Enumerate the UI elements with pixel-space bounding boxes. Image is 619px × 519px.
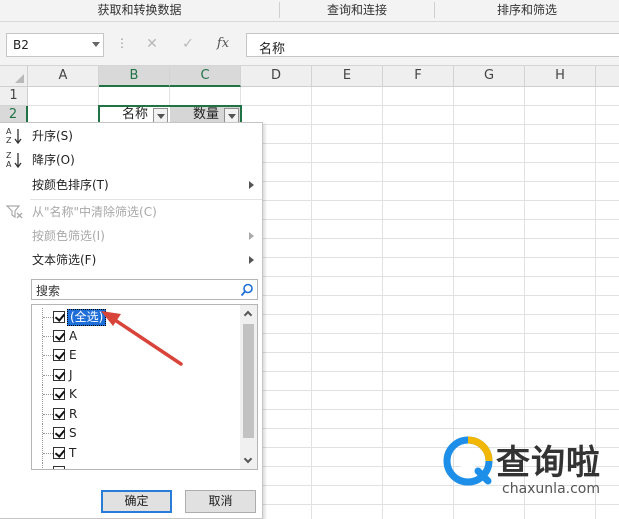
insert-function-icon[interactable]: fx xyxy=(212,34,234,54)
menu-item-text-filter[interactable]: 文本筛选(F) xyxy=(0,248,262,272)
list-item-label: A xyxy=(69,329,78,343)
watermark: 查询啦 chaxunla.com xyxy=(442,427,619,519)
svg-text:Z: Z xyxy=(6,136,12,145)
ribbon-group-get-transform: 获取和转换数据 xyxy=(97,3,182,17)
sort-za-icon: Z A xyxy=(5,150,25,170)
svg-text:Z: Z xyxy=(6,151,12,160)
menu-item-filter-by-color: 按颜色筛选(I) xyxy=(0,224,262,248)
checkbox[interactable] xyxy=(53,408,65,420)
list-item[interactable]: E xyxy=(32,346,237,365)
row-header-1[interactable]: 1 xyxy=(0,87,28,106)
vertical-dots-icon: ⋮ xyxy=(116,36,128,50)
tree-connector xyxy=(42,405,53,424)
list-item[interactable]: T xyxy=(32,444,237,463)
column-header-d[interactable]: D xyxy=(241,66,312,87)
menu-item-sort-ascending[interactable]: A Z 升序(S) xyxy=(0,124,262,148)
ribbon-group-sort-filter: 排序和筛选 xyxy=(496,3,557,17)
formula-value: 名称 xyxy=(259,42,286,57)
filter-search-input[interactable]: 搜索 xyxy=(31,279,258,300)
chevron-down-icon[interactable] xyxy=(92,42,100,47)
menu-label-sort-descending: 降序(O) xyxy=(32,153,75,167)
select-all-corner[interactable] xyxy=(0,66,28,87)
ok-button[interactable]: 确定 xyxy=(101,490,172,513)
menu-label-text-filter: 文本筛选(F) xyxy=(32,253,97,267)
menu-label-filter-by-color: 按颜色筛选(I) xyxy=(32,229,105,243)
tree-connector xyxy=(42,308,53,327)
checkbox-select-all[interactable] xyxy=(53,311,65,323)
tree-connector xyxy=(42,444,53,463)
autofilter-menu: A Z 升序(S) Z A 降序(O) 按颜色排序(T) 从"名称"中清除筛选(… xyxy=(0,122,263,519)
submenu-arrow-icon xyxy=(249,181,254,189)
tree-connector xyxy=(42,366,53,385)
column-header-a[interactable]: A xyxy=(28,66,99,87)
submenu-arrow-icon xyxy=(249,232,254,240)
submenu-arrow-icon xyxy=(249,256,254,264)
list-item-select-all[interactable]: (全选) xyxy=(32,308,237,327)
list-item[interactable]: K xyxy=(32,385,237,404)
column-header-g[interactable]: G xyxy=(454,66,525,87)
enter-icon[interactable]: ✓ xyxy=(177,34,199,54)
tree-connector xyxy=(42,424,53,443)
list-scrollbar[interactable] xyxy=(240,305,257,469)
ribbon-group-bar: 获取和转换数据 查询和连接 排序和筛选 xyxy=(0,0,619,22)
checkbox[interactable] xyxy=(53,388,65,400)
list-item[interactable]: S xyxy=(32,424,237,443)
tree-connector xyxy=(42,327,53,346)
column-header-e[interactable]: E xyxy=(312,66,383,87)
list-item-label: J xyxy=(69,368,73,382)
name-box-value: B2 xyxy=(13,38,29,52)
tree-connector xyxy=(42,346,53,365)
checkbox[interactable] xyxy=(53,447,65,459)
menu-label-clear-filter: 从"名称"中清除筛选(C) xyxy=(32,205,157,219)
cancel-button[interactable]: 取消 xyxy=(185,490,256,513)
list-item[interactable]: A xyxy=(32,327,237,346)
scroll-up-icon[interactable] xyxy=(243,310,253,320)
cancel-icon[interactable]: ✕ xyxy=(141,34,163,54)
clear-filter-icon xyxy=(5,202,25,222)
watermark-url: chaxunla.com xyxy=(502,481,600,497)
search-icon xyxy=(240,283,253,297)
tree-connector xyxy=(42,463,52,469)
column-header-f[interactable]: F xyxy=(383,66,454,87)
menu-item-sort-by-color[interactable]: 按颜色排序(T) xyxy=(0,173,262,197)
formula-input[interactable]: 名称 xyxy=(246,33,619,57)
checkbox[interactable] xyxy=(53,349,65,361)
checkbox[interactable] xyxy=(53,330,65,342)
sort-az-icon: A Z xyxy=(5,126,25,146)
list-item[interactable] xyxy=(32,463,237,469)
list-item-label: E xyxy=(69,348,77,362)
checkbox[interactable] xyxy=(53,369,65,381)
formula-bar: B2 ⋮ ✕ ✓ fx 名称 xyxy=(0,22,619,66)
filter-value-list: (全选) A E J K R S T xyxy=(31,304,258,470)
list-item-label: K xyxy=(69,387,77,401)
column-header-partial[interactable] xyxy=(596,66,619,87)
menu-label-sort-by-color: 按颜色排序(T) xyxy=(32,178,109,192)
list-item-label: (全选) xyxy=(67,309,107,326)
menu-item-clear-filter: 从"名称"中清除筛选(C) xyxy=(0,200,262,224)
column-header-h[interactable]: H xyxy=(525,66,596,87)
list-item[interactable]: J xyxy=(32,366,237,385)
scrollbar-thumb[interactable] xyxy=(243,324,254,438)
name-box[interactable]: B2 xyxy=(6,33,104,57)
watermark-title: 查询啦 xyxy=(496,443,601,483)
list-item-label: S xyxy=(69,426,77,440)
column-header-c[interactable]: C xyxy=(170,66,241,87)
scroll-down-icon[interactable] xyxy=(243,454,253,464)
ribbon-group-queries-connections: 查询和连接 xyxy=(326,3,387,17)
checkbox[interactable] xyxy=(53,466,65,469)
column-header-b[interactable]: B xyxy=(99,66,170,87)
svg-text:A: A xyxy=(6,127,12,136)
menu-label-sort-ascending: 升序(S) xyxy=(32,129,73,143)
gridline xyxy=(311,87,312,519)
checkbox[interactable] xyxy=(53,427,65,439)
tree-connector xyxy=(42,385,53,404)
svg-text:A: A xyxy=(6,160,12,169)
menu-item-sort-descending[interactable]: Z A 降序(O) xyxy=(0,148,262,172)
watermark-logo-icon xyxy=(443,436,493,486)
list-item[interactable]: R xyxy=(32,405,237,424)
list-item-label: R xyxy=(69,407,78,421)
filter-search-placeholder: 搜索 xyxy=(36,284,61,298)
gridline xyxy=(382,87,383,519)
list-item-label: T xyxy=(69,446,77,460)
